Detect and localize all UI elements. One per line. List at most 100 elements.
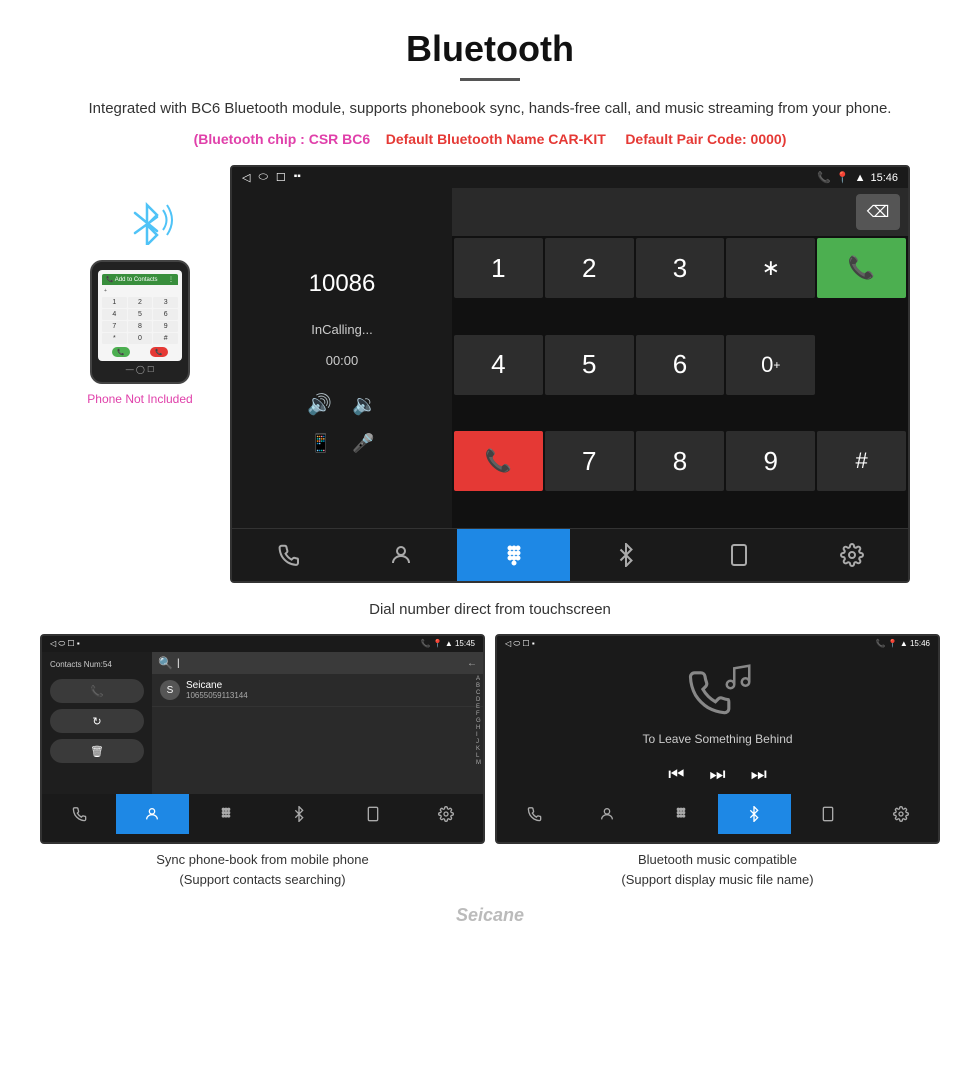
bluetooth-signal-icon: [125, 195, 175, 254]
music-nav-bluetooth[interactable]: [718, 794, 792, 834]
dial-extra-controls: 📱 🎤: [244, 433, 440, 454]
phone-key-star[interactable]: *: [102, 333, 127, 344]
music-main-content: To Leave Something Behind ⏮ ⏭ ⏭: [497, 652, 938, 794]
key-1[interactable]: 1: [454, 238, 543, 298]
key-5[interactable]: 5: [545, 335, 634, 395]
key-4[interactable]: 4: [454, 335, 543, 395]
bottom-nav: [232, 528, 908, 581]
music-note-icon: [723, 662, 753, 692]
key-6[interactable]: 6: [636, 335, 725, 395]
phone-key-1[interactable]: 1: [102, 297, 127, 308]
contacts-nav-icons: ◁ ⬭ ☐ ▪: [50, 639, 80, 649]
phone-call-button[interactable]: 📞: [112, 347, 130, 357]
call-button[interactable]: 📞: [817, 238, 906, 298]
end-call-button[interactable]: 📞: [454, 431, 543, 491]
key-9[interactable]: 9: [726, 431, 815, 491]
phone-key-3[interactable]: 3: [153, 297, 178, 308]
number-input-row: ⌫: [452, 188, 908, 236]
phone-key-0[interactable]: 0: [128, 333, 153, 344]
contacts-search-icon: 🔍: [158, 656, 173, 670]
contact-info: Seicane 10655059113144: [186, 680, 248, 700]
page-description: Integrated with BC6 Bluetooth module, su…: [60, 97, 920, 121]
contacts-right-panel: 🔍 | ← S Seicane 10655059113144 ABC DEF: [152, 652, 483, 794]
dial-number-display: 10086: [244, 262, 440, 306]
nav-settings[interactable]: [795, 529, 908, 581]
phone-key-6[interactable]: 6: [153, 309, 178, 320]
spec-pair: Default Pair Code: 0000): [625, 131, 786, 147]
contacts-nav-contacts[interactable]: [116, 794, 190, 834]
backspace-button[interactable]: ⌫: [856, 194, 900, 230]
play-pause-button[interactable]: ⏭: [709, 764, 725, 785]
contacts-call-button[interactable]: 📞: [50, 679, 144, 703]
head-unit-screen: ◁ ⬭ ☐ ▪▪ 📞 📍 ▲ 15:46 10086 InCalling... …: [230, 165, 910, 583]
contacts-search-input[interactable]: |: [177, 658, 463, 669]
nav-contacts[interactable]: [345, 529, 458, 581]
contacts-content: Contacts Num:54 📞 ↻ 🗑 🔍 | ← S Se: [42, 652, 483, 794]
music-nav-contacts[interactable]: [571, 794, 645, 834]
contacts-nav-phone[interactable]: [42, 794, 116, 834]
phone-end-button[interactable]: 📞: [150, 347, 168, 357]
phone-key-4[interactable]: 4: [102, 309, 127, 320]
prev-track-button[interactable]: ⏮: [668, 764, 684, 785]
contacts-back-icon[interactable]: ←: [467, 658, 477, 669]
nav-phone[interactable]: [232, 529, 345, 581]
key-0plus[interactable]: 0+: [726, 335, 815, 395]
contacts-nav-dialpad[interactable]: [189, 794, 263, 834]
music-screen: ◁ ⬭ ☐ ▪ 📞 📍 ▲ 15:46 To Leave Something B…: [495, 634, 940, 844]
music-nav-phone[interactable]: [497, 794, 571, 834]
key-3[interactable]: 3: [636, 238, 725, 298]
contacts-nav: [42, 794, 483, 834]
music-nav-icons: ◁ ⬭ ☐ ▪: [505, 639, 535, 649]
contacts-nav-transfer[interactable]: [336, 794, 410, 834]
next-track-button[interactable]: ⏭: [751, 764, 767, 785]
contact-list-item[interactable]: S Seicane 10655059113144: [152, 674, 483, 707]
music-status-right: 📞 📍 ▲ 15:46: [875, 639, 930, 649]
nav-transfer[interactable]: [683, 529, 796, 581]
phone-key-2[interactable]: 2: [128, 297, 153, 308]
key-star[interactable]: ∗: [726, 238, 815, 298]
key-8[interactable]: 8: [636, 431, 725, 491]
key-hash[interactable]: #: [817, 431, 906, 491]
main-caption: Dial number direct from touchscreen: [0, 601, 980, 618]
contacts-status-right: 📞 📍 ▲ 15:45: [420, 639, 475, 649]
music-screen-container: ◁ ⬭ ☐ ▪ 📞 📍 ▲ 15:46 To Leave Something B…: [495, 634, 940, 889]
key-2[interactable]: 2: [545, 238, 634, 298]
volume-down-icon[interactable]: 🔉: [352, 392, 377, 417]
contacts-sync-button[interactable]: ↻: [50, 709, 144, 733]
phone-home-bar: — ◯ ☐: [98, 365, 182, 374]
dial-left-panel: 10086 InCalling... 00:00 🔊 🔉 📱 🎤: [232, 188, 452, 528]
phone-top-bar: 📞 Add to Contacts ⋮: [102, 274, 178, 285]
contacts-nav-bluetooth[interactable]: [263, 794, 337, 834]
recents-icon: ☐: [276, 171, 286, 184]
music-status-bar: ◁ ⬭ ☐ ▪ 📞 📍 ▲ 15:46: [497, 636, 938, 652]
contacts-num-label: Contacts Num:54: [50, 660, 144, 669]
page-title: Bluetooth: [60, 28, 920, 70]
microphone-icon[interactable]: 🎤: [352, 433, 374, 454]
contact-number: 10655059113144: [186, 691, 248, 700]
spec-chip: (Bluetooth chip : CSR BC6: [194, 131, 371, 147]
spec-name: Default Bluetooth Name CAR-KIT: [386, 131, 606, 147]
phone-key-7[interactable]: 7: [102, 321, 127, 332]
music-nav-transfer[interactable]: [791, 794, 865, 834]
nav-bluetooth[interactable]: [570, 529, 683, 581]
nav-dialpad[interactable]: [457, 529, 570, 581]
key-7[interactable]: 7: [545, 431, 634, 491]
location-icon: 📍: [836, 171, 850, 184]
music-nav-dialpad[interactable]: [644, 794, 718, 834]
bottom-screens: ◁ ⬭ ☐ ▪ 📞 📍 ▲ 15:45 Contacts Num:54 📞 ↻ …: [0, 634, 980, 899]
contacts-delete-button[interactable]: 🗑: [50, 739, 144, 763]
music-controls: ⏮ ⏭ ⏭: [668, 764, 767, 785]
phone-key-8[interactable]: 8: [128, 321, 153, 332]
contacts-nav-settings[interactable]: [410, 794, 484, 834]
music-nav-settings[interactable]: [865, 794, 939, 834]
main-demo: 📞 Add to Contacts ⋮ + 1 2 3 4 5 6 7 8 9 …: [0, 165, 980, 593]
phone-key-hash[interactable]: #: [153, 333, 178, 344]
back-icon: ◁: [242, 171, 250, 184]
transfer-icon[interactable]: 📱: [310, 433, 332, 454]
phone-key-5[interactable]: 5: [128, 309, 153, 320]
dial-content: 10086 InCalling... 00:00 🔊 🔉 📱 🎤 ⌫: [232, 188, 908, 528]
phone-screen: 📞 Add to Contacts ⋮ + 1 2 3 4 5 6 7 8 9 …: [98, 270, 182, 361]
dial-timer: 00:00: [244, 353, 440, 368]
volume-up-icon[interactable]: 🔊: [307, 392, 332, 417]
phone-key-9[interactable]: 9: [153, 321, 178, 332]
